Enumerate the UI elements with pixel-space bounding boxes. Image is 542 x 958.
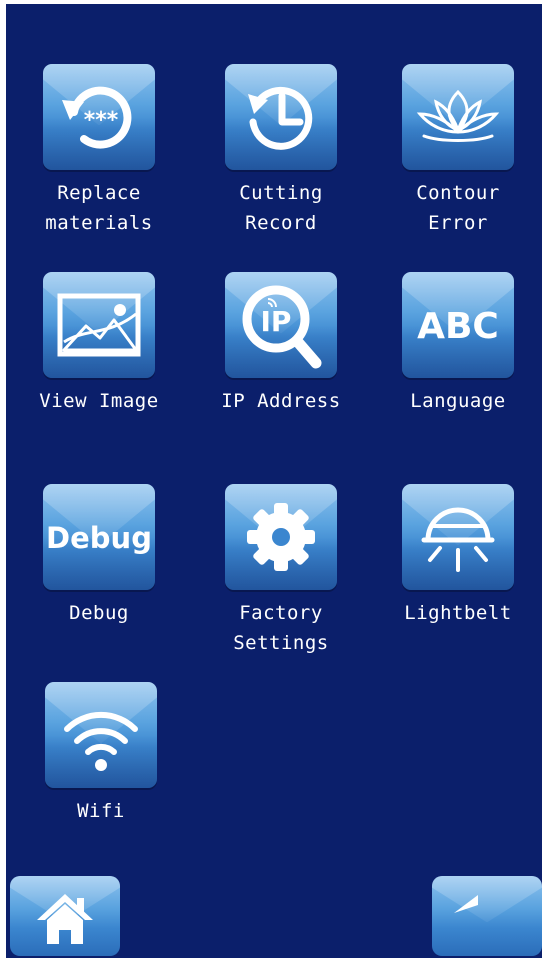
back-button[interactable] bbox=[432, 876, 542, 956]
svg-text:ABC: ABC bbox=[417, 306, 499, 347]
replace-materials-label: Replace materials bbox=[45, 182, 153, 234]
lamp-icon bbox=[421, 507, 495, 572]
ip-address-tile[interactable]: IP IP Address bbox=[221, 272, 341, 416]
lightbelt-label: Lightbelt bbox=[404, 602, 512, 624]
language-button[interactable]: ABC bbox=[402, 272, 514, 378]
factory-settings-label: Factory Settings bbox=[233, 602, 329, 654]
debug-icon: Debug bbox=[46, 521, 152, 555]
wifi-button[interactable] bbox=[45, 682, 157, 788]
contour-error-label: Contour Error bbox=[416, 182, 500, 234]
view-image-button[interactable] bbox=[43, 272, 155, 378]
contour-error-tile[interactable]: Contour Error bbox=[398, 64, 518, 238]
replace-materials-button[interactable]: *** bbox=[43, 64, 155, 170]
debug-label: Debug bbox=[69, 602, 129, 624]
wifi-label: Wifi bbox=[77, 800, 125, 822]
lotus-icon bbox=[416, 89, 500, 142]
svg-text:IP: IP bbox=[261, 305, 292, 338]
cutting-record-button[interactable] bbox=[225, 64, 337, 170]
lightbelt-button[interactable] bbox=[402, 484, 514, 590]
back-arrow-icon bbox=[454, 894, 478, 913]
ip-address-label: IP Address bbox=[221, 390, 341, 412]
svg-text:Debug: Debug bbox=[46, 521, 152, 555]
image-icon bbox=[57, 293, 141, 357]
settings-screen: *** Replace materials Cutting Record Con… bbox=[6, 4, 542, 958]
home-button[interactable] bbox=[10, 876, 120, 956]
debug-tile[interactable]: Debug Debug bbox=[39, 484, 159, 628]
language-label: Language bbox=[410, 390, 506, 412]
lightbelt-tile[interactable]: Lightbelt bbox=[398, 484, 518, 628]
view-image-label: View Image bbox=[39, 390, 159, 412]
wifi-icon bbox=[64, 711, 138, 771]
language-tile[interactable]: ABC Language bbox=[398, 272, 518, 416]
gear-icon bbox=[247, 503, 315, 571]
cutting-record-label: Cutting Record bbox=[239, 182, 323, 234]
factory-settings-tile[interactable]: Factory Settings bbox=[221, 484, 341, 658]
debug-button[interactable]: Debug bbox=[43, 484, 155, 590]
cutting-record-tile[interactable]: Cutting Record bbox=[221, 64, 341, 238]
home-icon bbox=[37, 893, 93, 944]
reset-password-icon: *** bbox=[62, 86, 132, 149]
language-icon: ABC bbox=[417, 306, 499, 347]
history-clock-icon bbox=[248, 86, 313, 150]
contour-error-button[interactable] bbox=[402, 64, 514, 170]
wifi-tile[interactable]: Wifi bbox=[41, 682, 161, 826]
svg-text:***: *** bbox=[84, 108, 119, 133]
ip-search-icon: IP bbox=[242, 285, 322, 369]
replace-materials-tile[interactable]: *** Replace materials bbox=[39, 64, 159, 238]
view-image-tile[interactable]: View Image bbox=[39, 272, 159, 416]
ip-address-button[interactable]: IP bbox=[225, 272, 337, 378]
factory-settings-button[interactable] bbox=[225, 484, 337, 590]
